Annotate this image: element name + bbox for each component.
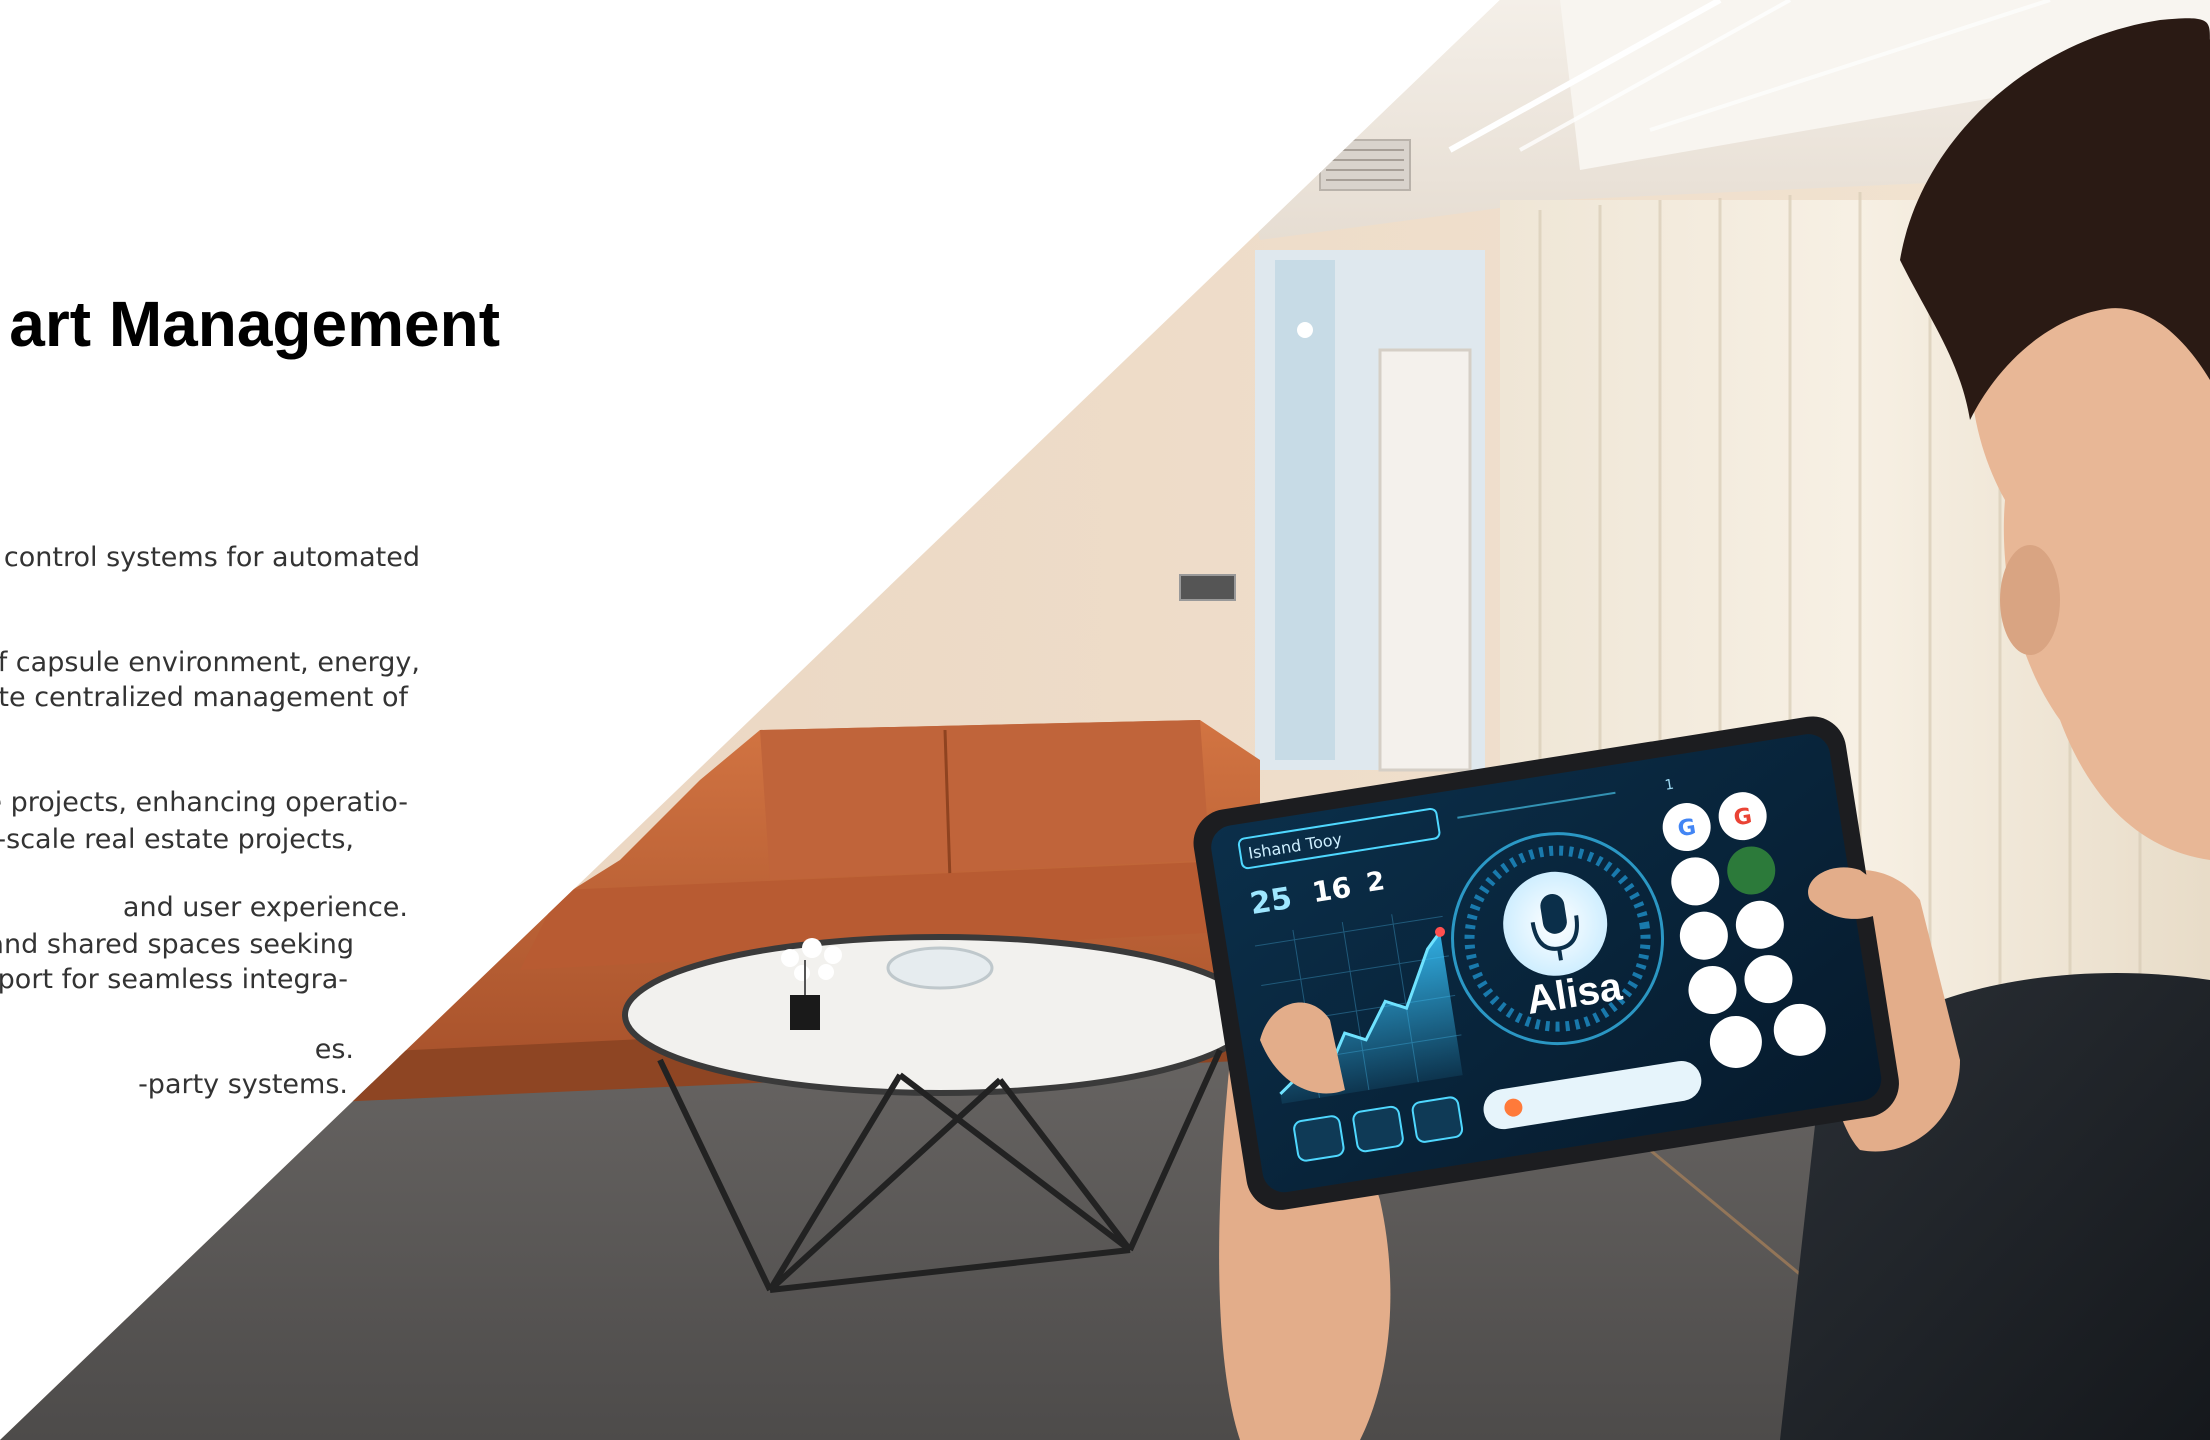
paragraph-4-line-2: -party systems. xyxy=(138,1069,348,1100)
tablet-stat-2: 16 xyxy=(1310,871,1354,910)
svg-text:G: G xyxy=(1732,804,1754,832)
feature-paragraph-4: pport for seamless integra- -party syste… xyxy=(0,892,348,1172)
tablet-stat-1: 25 xyxy=(1248,881,1295,922)
paragraph-2-line-1: ote centralized management of xyxy=(0,682,408,713)
svg-text:G: G xyxy=(1676,815,1698,843)
paragraph-4-line-1: pport for seamless integra- xyxy=(0,964,348,995)
paragraph-1-line-1: AI control systems for automated xyxy=(0,542,420,573)
paragraph-3-line-1: ge-scale real estate projects, xyxy=(0,824,354,855)
slide: Ishand Tooy 1 25 16 2 Alisa G G art Mana… xyxy=(0,0,2210,1440)
slide-title: art Management xyxy=(9,288,500,360)
